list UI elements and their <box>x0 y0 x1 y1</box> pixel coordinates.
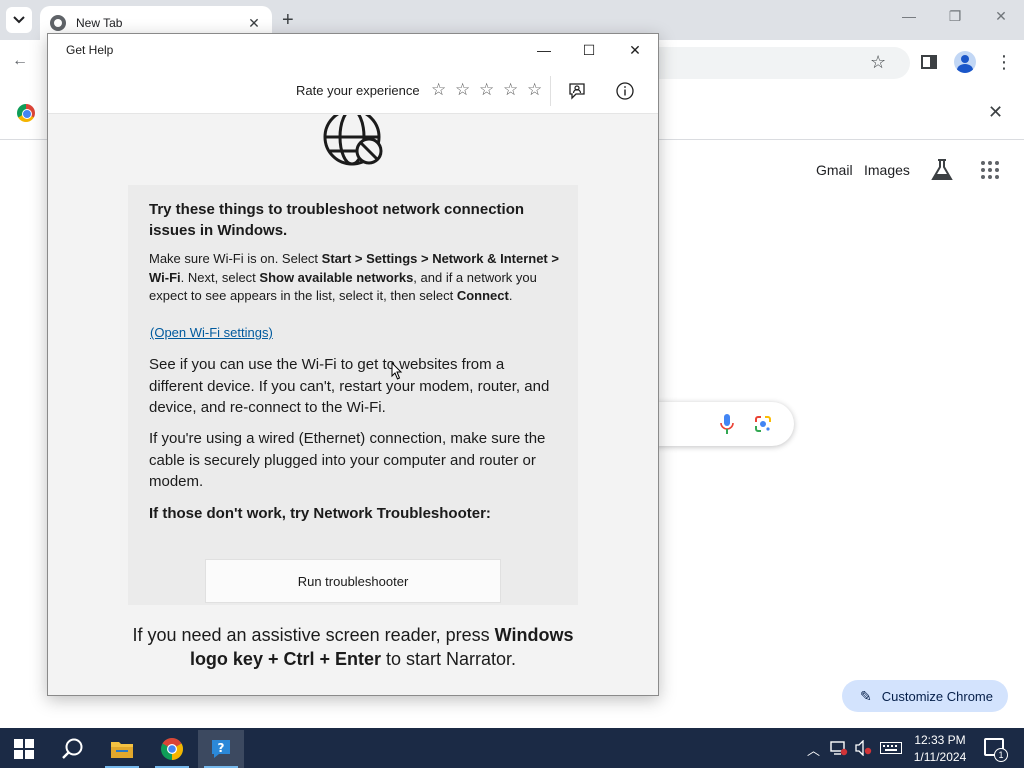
maximize-icon[interactable]: ☐ <box>567 38 611 62</box>
clock[interactable]: 12:33 PM 1/11/2024 <box>910 732 970 766</box>
keyboard-icon[interactable] <box>880 742 902 754</box>
taskbar-chrome[interactable] <box>149 730 195 768</box>
get-help-icon: ? <box>212 740 230 758</box>
lens-icon[interactable] <box>754 415 772 433</box>
taskbar-get-help[interactable]: ? <box>198 730 244 768</box>
rating-star-3[interactable]: ☆ <box>479 80 494 100</box>
close-icon[interactable]: ✕ <box>613 38 657 62</box>
star-icon[interactable]: ☆ <box>870 52 886 73</box>
customize-label: Customize Chrome <box>881 688 993 704</box>
gmail-link[interactable]: Gmail <box>816 162 853 178</box>
minimize-icon[interactable]: — <box>894 8 924 24</box>
restore-icon[interactable]: ❐ <box>940 8 970 25</box>
troubleshooter-prompt: If those don't work, try Network Trouble… <box>149 505 491 522</box>
search-icon[interactable] <box>60 736 86 762</box>
rating-star-1[interactable]: ☆ <box>431 80 446 100</box>
side-panel-icon[interactable] <box>921 55 937 69</box>
new-tab-button[interactable]: + <box>282 9 294 31</box>
clock-date: 1/11/2024 <box>913 750 967 764</box>
rating-star-5[interactable]: ☆ <box>527 80 542 100</box>
get-help-content: Try these things to troubleshoot network… <box>48 115 658 695</box>
folder-icon <box>111 742 133 758</box>
images-link[interactable]: Images <box>864 162 910 178</box>
info-icon[interactable] <box>615 81 635 101</box>
get-help-titlebar[interactable]: Get Help — ☐ ✕ <box>48 34 658 66</box>
menu-icon[interactable]: ⋮ <box>995 50 1013 74</box>
feedback-icon[interactable] <box>567 81 587 101</box>
chevron-up-icon[interactable]: ︿ <box>807 740 820 759</box>
tab-title: New Tab <box>76 16 123 30</box>
taskbar-file-explorer[interactable] <box>99 730 145 768</box>
narrator-hint: If you need an assistive screen reader, … <box>132 625 574 669</box>
chevron-down-icon <box>13 16 25 24</box>
clock-time: 12:33 PM <box>914 733 966 747</box>
back-icon[interactable]: ← <box>12 52 28 70</box>
tab-search-button[interactable] <box>6 7 32 33</box>
labs-icon[interactable] <box>931 158 953 182</box>
customize-chrome-button[interactable]: ✎ Customize Chrome <box>842 680 1008 712</box>
tab-close-icon[interactable]: ✕ <box>246 15 262 32</box>
pencil-icon: ✎ <box>860 687 872 704</box>
mic-icon[interactable] <box>720 414 734 434</box>
open-wifi-settings-link[interactable]: (Open Wi-Fi settings) <box>150 325 273 340</box>
window-title: Get Help <box>66 43 114 57</box>
globe-blocked-icon <box>323 115 383 166</box>
run-troubleshooter-button[interactable]: Run troubleshooter <box>205 559 501 603</box>
ethernet-paragraph: If you're using a wired (Ethernet) conne… <box>149 430 546 490</box>
apps-icon[interactable] <box>981 161 999 179</box>
minimize-icon[interactable]: — <box>522 38 566 62</box>
network-icon[interactable] <box>830 740 848 756</box>
rating-star-2[interactable]: ☆ <box>455 80 470 100</box>
chrome-logo-icon <box>17 104 35 122</box>
notification-badge: 1 <box>994 748 1008 762</box>
rate-experience-label: Rate your experience <box>296 83 420 98</box>
header-divider <box>550 76 551 106</box>
other-device-paragraph: See if you can use the Wi-Fi to get to w… <box>149 356 550 416</box>
text-cursor-icon <box>391 362 403 380</box>
troubleshoot-heading: Try these things to troubleshoot network… <box>149 201 525 239</box>
chrome-favicon <box>50 15 66 31</box>
windows-start-icon[interactable] <box>14 739 34 759</box>
chrome-icon <box>161 738 183 760</box>
volume-muted-icon[interactable] <box>855 740 873 756</box>
wifi-instructions: Make sure Wi-Fi is on. Select Start > Se… <box>149 251 559 303</box>
troubleshoot-card: Try these things to troubleshoot network… <box>128 185 578 605</box>
infobar-close-icon[interactable]: ✕ <box>988 102 1003 123</box>
close-icon[interactable]: ✕ <box>986 8 1016 25</box>
svg-text:?: ? <box>218 741 225 755</box>
profile-icon[interactable] <box>954 51 976 73</box>
rating-star-4[interactable]: ☆ <box>503 80 518 100</box>
get-help-window: Get Help — ☐ ✕ Rate your experience ☆ ☆ … <box>47 33 659 696</box>
